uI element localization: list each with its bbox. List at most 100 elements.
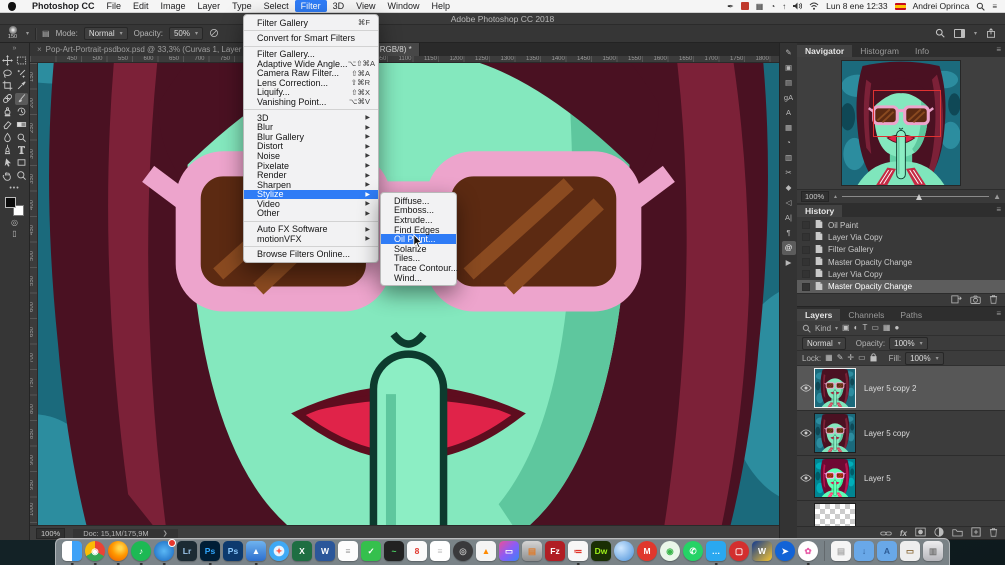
menubar-item-file[interactable]: File bbox=[101, 0, 128, 12]
dock-icon-fingerprint-app[interactable]: ◉ bbox=[660, 541, 680, 561]
search-icon[interactable] bbox=[935, 28, 945, 40]
menubar-item-type[interactable]: Type bbox=[226, 0, 258, 12]
tab-layers[interactable]: Layers bbox=[797, 309, 841, 321]
filter-menu-item-browse-filters-online[interactable]: Browse Filters Online... bbox=[244, 249, 378, 259]
kind-caret-icon[interactable]: ▾ bbox=[835, 325, 838, 332]
layer-row-transparent[interactable] bbox=[797, 501, 1005, 526]
filter-menu-item-motionvfx[interactable]: motionVFX ▶ bbox=[244, 234, 378, 244]
dock-icon-trash[interactable]: ▥ bbox=[923, 541, 943, 561]
glyphs-panel-icon[interactable]: gA bbox=[782, 91, 796, 105]
volume-icon[interactable] bbox=[793, 2, 803, 10]
dock-icon-photoshop-alt[interactable]: Ps bbox=[223, 541, 243, 561]
lock-move-icon[interactable]: ✛ bbox=[847, 354, 854, 362]
layers-panel-menu-icon[interactable]: ≡ bbox=[996, 309, 1001, 318]
styles-panel-icon[interactable]: A bbox=[782, 106, 796, 120]
stylize-item-tiles[interactable]: Tiles... bbox=[381, 253, 456, 263]
layer-row-layer-5[interactable]: Layer 5 bbox=[797, 456, 1005, 501]
history-source-checkbox[interactable] bbox=[802, 270, 810, 279]
filter-adjustment-layers-icon[interactable]: ◐ bbox=[854, 324, 859, 332]
dock-icon-filezilla[interactable]: Fz bbox=[545, 541, 565, 561]
clone-source-panel-icon[interactable]: ▣ bbox=[782, 61, 796, 75]
history-state-filter-gallery[interactable]: Filter Gallery bbox=[797, 244, 1005, 256]
actions-panel-icon[interactable]: ▶ bbox=[782, 256, 796, 270]
dock-icon-maps[interactable]: ➤ bbox=[775, 541, 795, 561]
notification-center-icon[interactable]: ≡ bbox=[992, 2, 997, 11]
brush-settings-panel-icon[interactable]: ✎ bbox=[782, 46, 796, 60]
eyedropper-tool[interactable] bbox=[15, 80, 28, 92]
edit-toolbar-icon[interactable]: ••• bbox=[9, 185, 19, 192]
crop-tool[interactable] bbox=[1, 80, 14, 92]
filter-menu-item-auto-fx-software[interactable]: Auto FX Software ▶ bbox=[244, 224, 378, 234]
layer-visibility-toggle[interactable] bbox=[797, 469, 815, 487]
mode-select[interactable]: Normal ▾ bbox=[83, 27, 128, 40]
clone-stamp-tool[interactable] bbox=[1, 106, 14, 118]
color-swatches[interactable] bbox=[5, 196, 24, 216]
dodge-tool[interactable] bbox=[15, 131, 28, 143]
magic-wand-tool[interactable] bbox=[15, 67, 28, 79]
apple-menu-icon[interactable] bbox=[8, 1, 16, 11]
tab-info[interactable]: Info bbox=[907, 45, 937, 57]
filter-type-layers-icon[interactable]: T bbox=[862, 324, 867, 332]
navigator-panel-menu-icon[interactable]: ≡ bbox=[996, 45, 1001, 54]
menubar-item-view[interactable]: View bbox=[350, 0, 381, 12]
lock-all-icon[interactable] bbox=[870, 352, 877, 364]
layer-thumbnail[interactable] bbox=[814, 413, 856, 453]
filter-menu-item-convert-for-smart-filters[interactable]: Convert for Smart Filters bbox=[244, 33, 378, 43]
marquee-tool[interactable] bbox=[15, 54, 28, 66]
dock-icon-preview[interactable]: ▲ bbox=[246, 541, 266, 561]
eraser-tool[interactable] bbox=[1, 118, 14, 130]
type-tool[interactable] bbox=[15, 144, 28, 156]
dock-icon-document-stack[interactable]: ▤ bbox=[831, 541, 851, 561]
quick-mask-icon[interactable]: ◎ bbox=[11, 218, 18, 227]
history-state-layer-via-copy[interactable]: Layer Via Copy bbox=[797, 231, 1005, 243]
hand-tool[interactable] bbox=[1, 170, 14, 182]
screen-mode-icon[interactable]: ▯ bbox=[12, 229, 16, 238]
menubar-item-edit[interactable]: Edit bbox=[127, 0, 155, 12]
layer-style-icon[interactable]: fx bbox=[900, 529, 907, 538]
filter-menu-item-liquify[interactable]: Liquify... ⇧⌘X bbox=[244, 87, 378, 97]
filter-menu-item-video[interactable]: Video ▶ bbox=[244, 199, 378, 209]
canvas[interactable] bbox=[38, 63, 779, 525]
filter-menu-item-blur[interactable]: Blur ▶ bbox=[244, 122, 378, 132]
tab-histogram[interactable]: Histogram bbox=[852, 45, 907, 57]
close-tab-icon[interactable]: × bbox=[37, 45, 42, 54]
zoom-tool[interactable] bbox=[15, 170, 28, 182]
lock-paint-icon[interactable]: ✎ bbox=[837, 354, 844, 362]
status-chevron-icon[interactable]: ❯ bbox=[163, 530, 168, 537]
dock-icon-archive-utility[interactable]: ▤ bbox=[522, 541, 542, 561]
dock-icon-thunderbird[interactable] bbox=[154, 539, 176, 561]
menubar-user[interactable]: Andrei Oprinca bbox=[913, 1, 970, 11]
dock-icon-activity-monitor[interactable]: ~ bbox=[384, 541, 404, 561]
navigator-zoom-field[interactable]: 100% bbox=[801, 191, 829, 202]
time-machine-icon[interactable]: ◔ bbox=[770, 2, 775, 11]
history-state-oil-paint[interactable]: Oil Paint bbox=[797, 219, 1005, 231]
path-select-tool[interactable] bbox=[1, 157, 14, 169]
info-panel-icon[interactable]: ▥ bbox=[782, 151, 796, 165]
filter-menu-item-sharpen[interactable]: Sharpen ▶ bbox=[244, 180, 378, 190]
airbrush-icon[interactable] bbox=[209, 28, 219, 40]
tab-paths[interactable]: Paths bbox=[892, 309, 930, 321]
dock-icon-photos[interactable]: ✿ bbox=[798, 541, 818, 561]
dock-icon-photoshop[interactable]: Ps bbox=[200, 541, 220, 561]
dock-icon-lightroom[interactable]: Lr bbox=[177, 541, 197, 561]
shape-tool[interactable] bbox=[15, 157, 28, 169]
filter-pixel-layers-icon[interactable]: ▣ bbox=[842, 324, 850, 332]
dock-icon-chrome[interactable]: ◉ bbox=[85, 541, 105, 561]
paragraph-panel-icon[interactable]: ¶ bbox=[782, 226, 796, 240]
recording-status-icon[interactable] bbox=[740, 2, 749, 10]
brush-preset-caret-icon[interactable]: ▾ bbox=[26, 30, 29, 37]
filter-smart-objects-icon[interactable]: ▦ bbox=[883, 324, 891, 332]
layer-thumbnail[interactable] bbox=[814, 458, 856, 498]
move-tool[interactable] bbox=[1, 54, 14, 66]
libraries-panel-icon[interactable]: ▦ bbox=[782, 121, 796, 135]
opacity-select[interactable]: 50% ▾ bbox=[168, 27, 203, 40]
filter-menu-item-stylize[interactable]: Stylize ▶ bbox=[244, 189, 378, 199]
menubar-item-photoshop-cc[interactable]: Photoshop CC bbox=[26, 0, 101, 12]
layer-thumbnail[interactable] bbox=[814, 503, 856, 526]
brush-tool[interactable] bbox=[15, 92, 28, 105]
spain-flag-icon[interactable] bbox=[894, 2, 906, 10]
filter-toggle-icon[interactable]: ● bbox=[894, 324, 899, 332]
menubar-item-image[interactable]: Image bbox=[155, 0, 192, 12]
stylize-item-diffuse[interactable]: Diffuse... bbox=[381, 196, 456, 206]
pen-status-icon[interactable]: ✒ bbox=[727, 2, 734, 11]
